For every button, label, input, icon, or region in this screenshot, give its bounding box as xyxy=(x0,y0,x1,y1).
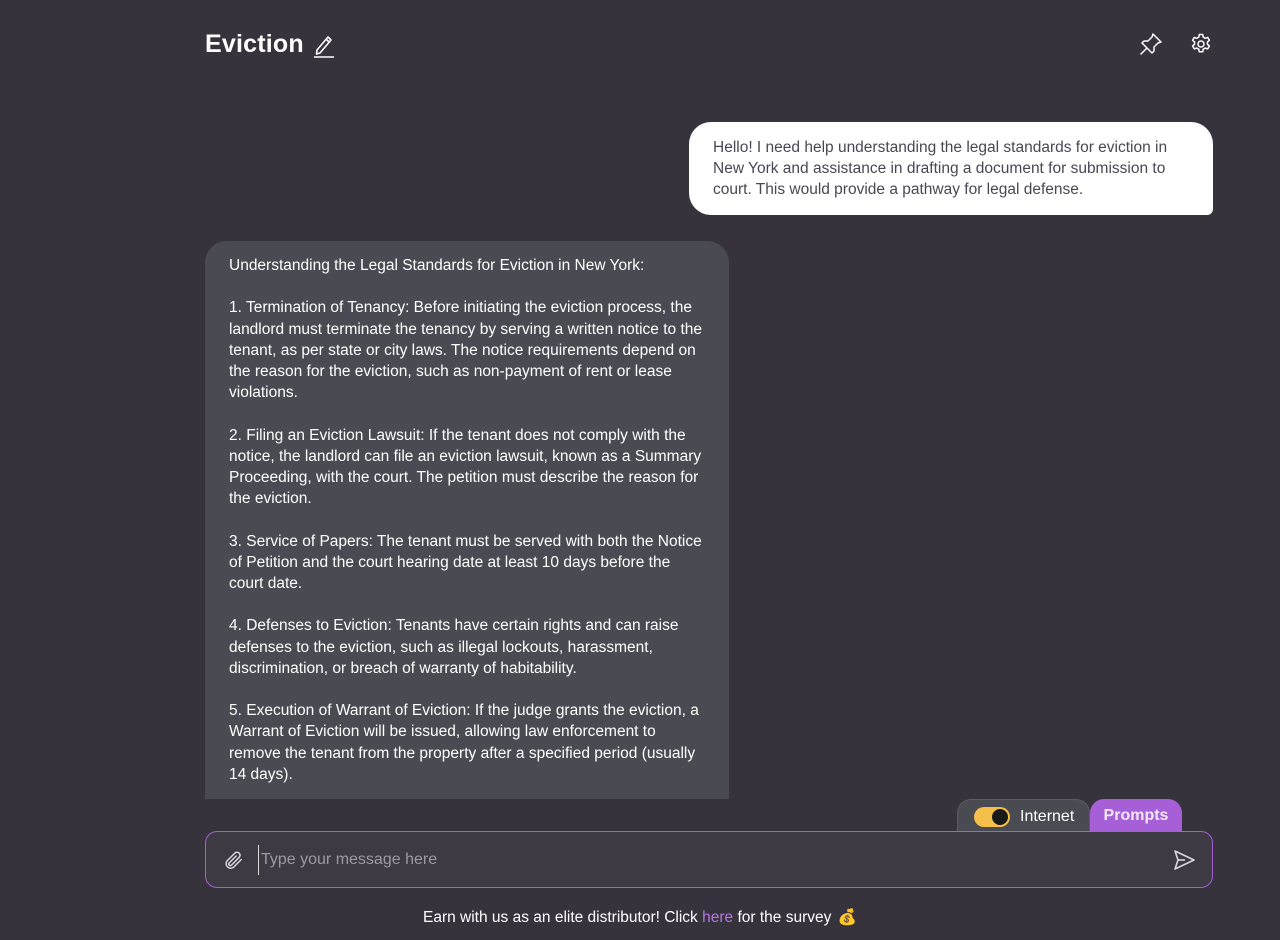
assistant-paragraph: 5. Execution of Warrant of Eviction: If … xyxy=(229,702,699,783)
money-bag-icon: 💰 xyxy=(837,909,857,926)
message-composer xyxy=(205,831,1213,888)
internet-toggle-switch[interactable] xyxy=(974,806,1010,827)
chat-title: Eviction xyxy=(205,30,304,58)
message-input[interactable] xyxy=(258,844,1160,875)
toggle-knob xyxy=(992,808,1008,825)
assistant-message-bubble: Understanding the Legal Standards for Ev… xyxy=(205,241,729,799)
send-icon[interactable] xyxy=(1172,848,1196,872)
paperclip-icon[interactable] xyxy=(222,849,244,871)
assistant-paragraph: 3. Service of Papers: The tenant must be… xyxy=(229,532,702,592)
pencil-icon[interactable] xyxy=(312,32,336,58)
assistant-paragraph: 2. Filing an Eviction Lawsuit: If the te… xyxy=(229,426,702,508)
title-wrap: Eviction xyxy=(205,30,336,59)
internet-toggle-tab: Internet xyxy=(957,799,1090,833)
internet-label: Internet xyxy=(1020,807,1075,825)
assistant-paragraph: Understanding the Legal Standards for Ev… xyxy=(229,257,645,274)
assistant-paragraph: 1. Termination of Tenancy: Before initia… xyxy=(229,299,702,402)
assistant-paragraph: 4. Defenses to Eviction: Tenants have ce… xyxy=(229,617,679,677)
gear-icon[interactable] xyxy=(1189,32,1213,56)
survey-link[interactable]: here xyxy=(702,909,733,926)
chat-header: Eviction xyxy=(205,28,1213,64)
chat-page: Eviction Hello! I need help understandin… xyxy=(0,0,1280,940)
prompts-button[interactable]: Prompts xyxy=(1090,799,1182,833)
footer-text-before: Earn with us as an elite distributor! Cl… xyxy=(423,909,703,926)
footer-promo: Earn with us as an elite distributor! Cl… xyxy=(0,908,1280,927)
header-actions xyxy=(1139,32,1213,56)
footer-text-after: for the survey xyxy=(733,909,832,926)
composer-tools: Internet Prompts xyxy=(957,799,1182,833)
pin-icon[interactable] xyxy=(1139,32,1163,56)
user-message-bubble: Hello! I need help understanding the leg… xyxy=(689,122,1213,215)
